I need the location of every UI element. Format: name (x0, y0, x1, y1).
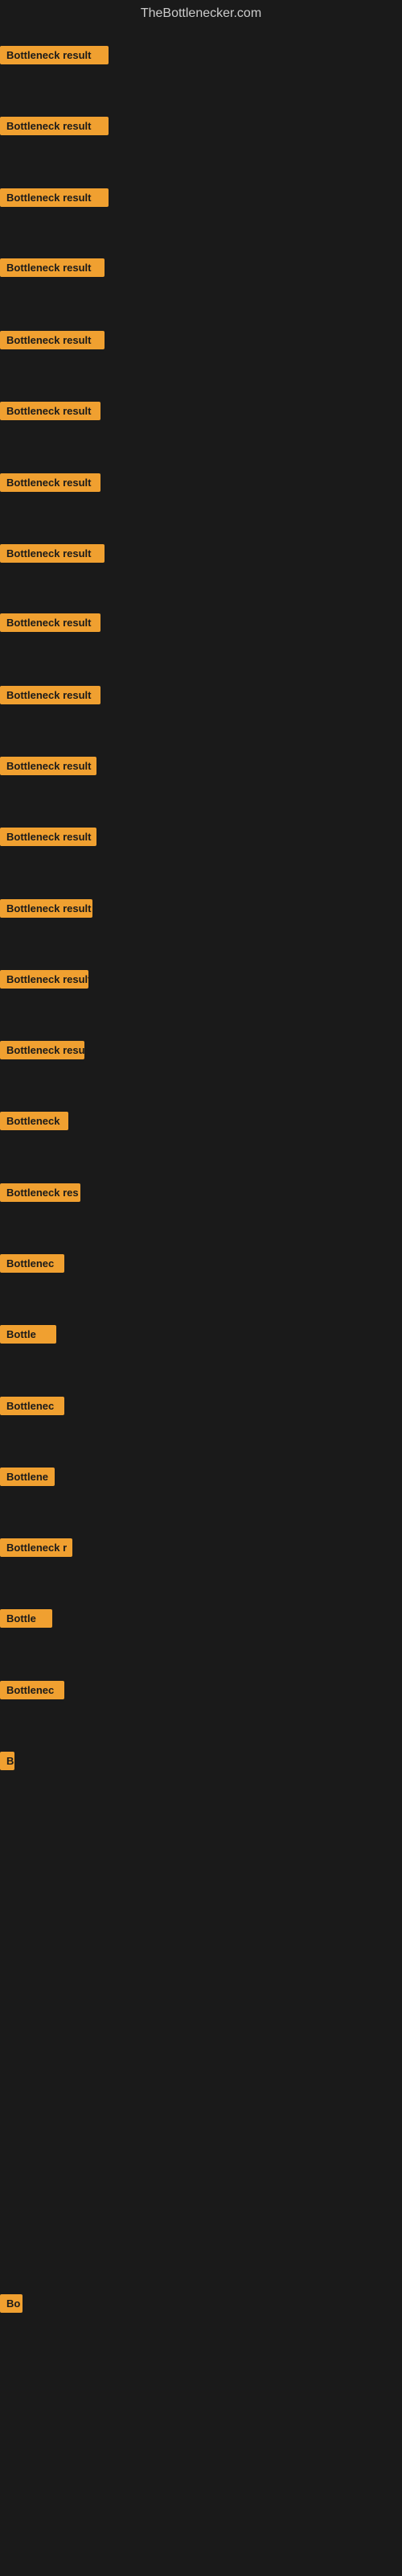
site-title: TheBottlenecker.com (0, 0, 402, 24)
bottleneck-item-6: Bottleneck result (0, 402, 100, 420)
bottleneck-item-24: Bottlenec (0, 1681, 64, 1699)
bottleneck-item-8: Bottleneck result (0, 544, 105, 563)
bottleneck-item-23: Bottle (0, 1609, 52, 1628)
bottleneck-item-5: Bottleneck result (0, 331, 105, 349)
bottleneck-item-22: Bottleneck r (0, 1538, 72, 1557)
bottleneck-item-19: Bottle (0, 1325, 56, 1344)
bottleneck-item-18: Bottlenec (0, 1254, 64, 1273)
bottleneck-item-21: Bottlene (0, 1468, 55, 1486)
bottleneck-item-20: Bottlenec (0, 1397, 64, 1415)
bottleneck-item-9: Bottleneck result (0, 613, 100, 632)
bottleneck-item-1: Bottleneck result (0, 46, 109, 64)
bottleneck-item-2: Bottleneck result (0, 117, 109, 135)
bottleneck-item-14: Bottleneck result (0, 970, 88, 989)
bottleneck-item-10: Bottleneck result (0, 686, 100, 704)
bottleneck-item-12: Bottleneck result (0, 828, 96, 846)
bottleneck-item-3: Bottleneck result (0, 188, 109, 207)
bottleneck-item-15: Bottleneck resu (0, 1041, 84, 1059)
bottleneck-item-17: Bottleneck res (0, 1183, 80, 1202)
bottleneck-item-7: Bottleneck result (0, 473, 100, 492)
bottleneck-item-16: Bottleneck (0, 1112, 68, 1130)
bottleneck-item-13: Bottleneck result (0, 899, 92, 918)
bottleneck-item-25: B (0, 1752, 14, 1770)
bottleneck-item-26: Bo (0, 2294, 23, 2313)
bottleneck-item-4: Bottleneck result (0, 258, 105, 277)
bottleneck-item-11: Bottleneck result (0, 757, 96, 775)
